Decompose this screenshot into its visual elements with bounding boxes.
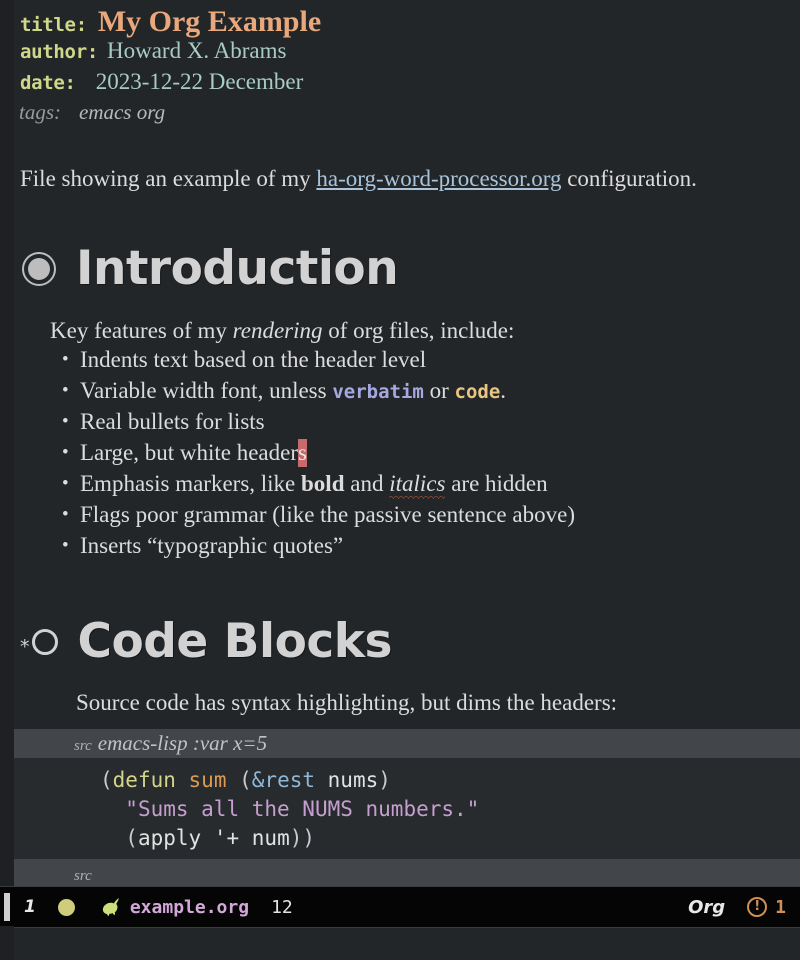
heading-code-blocks-label: Code Blocks — [77, 614, 393, 669]
italic-markup-flagged: italics — [389, 471, 446, 496]
modeline-accent-bar — [4, 893, 10, 921]
intro-text-after: configuration. — [561, 166, 697, 191]
feature-list: • Indents text based on the header level… — [0, 344, 800, 561]
document-date: 2023-12-22 December — [95, 69, 304, 94]
ring-bullet-icon — [22, 251, 56, 286]
bullet-dot-icon: • — [62, 349, 69, 370]
bold-markup: bold — [301, 471, 345, 496]
item-prefix: Emphasis markers, like — [80, 471, 302, 496]
status-dot-icon — [57, 898, 75, 916]
item-suffix: . — [500, 378, 507, 403]
bullet-dot-icon: • — [62, 473, 69, 494]
keyword-row-tags: tags: emacs org — [0, 100, 800, 130]
bullet-dot-icon: • — [62, 411, 69, 432]
item-prefix: Variable width font, unless — [80, 378, 333, 403]
list-item-text: Real bullets for lists — [80, 409, 265, 434]
list-item: • Large, but white headers — [62, 437, 800, 468]
echo-area — [0, 926, 800, 960]
keyword-label-tags: tags: — [19, 100, 61, 124]
text-cursor: s — [297, 439, 307, 467]
lead-emphasis: rendering — [232, 318, 323, 343]
left-fringe — [0, 0, 14, 886]
lead-before: Key features of my — [50, 318, 233, 343]
list-item: • Emphasis markers, like bold and italic… — [62, 468, 800, 499]
list-item: • Real bullets for lists — [62, 406, 800, 437]
source-block-code[interactable]: (defun sum (&rest nums) "Sums all the NU… — [0, 758, 800, 859]
keyword-row-author: author: Howard X. Abrams — [0, 38, 800, 69]
list-item: • Indents text based on the header level — [62, 344, 800, 375]
warning-circle-icon[interactable]: ! — [747, 897, 768, 917]
org-config-link[interactable]: ha-org-word-processor.org — [316, 166, 561, 191]
document-tags: emacs org — [79, 100, 166, 124]
code-line: (defun sum (&rest nums) — [100, 768, 391, 792]
list-item: • Flags poor grammar (like the passive s… — [62, 499, 800, 530]
warning-count[interactable]: 1 — [775, 897, 786, 918]
keyword-row-title: title: My Org Example — [0, 7, 800, 38]
item-middle: or — [423, 378, 455, 403]
code-line: "Sums all the NUMS numbers." — [125, 797, 480, 821]
item-suffix: are hidden — [445, 471, 548, 496]
source-end-label: src — [74, 868, 92, 884]
item-middle: and — [344, 471, 390, 496]
code-line: (apply '+ num)) — [125, 826, 316, 850]
introduction-lead-paragraph: Key features of my rendering of org file… — [0, 318, 800, 344]
keyword-label-title: title: — [20, 14, 87, 36]
source-block: src emacs-lisp :var x=5 (defun sum (&rest… — [0, 729, 800, 886]
heading-introduction-label: Introduction — [76, 241, 399, 296]
source-block-end-line: src — [0, 859, 800, 886]
bullet-dot-icon: • — [62, 504, 69, 525]
gnu-head-icon — [99, 895, 123, 919]
list-item-text: Inserts “typographic quotes” — [80, 533, 344, 558]
code-blocks-lead-paragraph: Source code has syntax highlighting, but… — [76, 690, 618, 715]
source-begin-label: src — [74, 738, 92, 754]
source-block-begin-line: src emacs-lisp :var x=5 — [0, 729, 800, 758]
open-circle-bullet-icon — [31, 628, 58, 655]
major-mode-label[interactable]: Org — [688, 897, 725, 918]
keyword-label-author: author: — [20, 41, 98, 63]
document-title: My Org Example — [97, 5, 322, 38]
document-author: Howard X. Abrams — [106, 38, 287, 63]
list-item-text: Indents text based on the header level — [80, 347, 427, 372]
buffer-name[interactable]: example.org — [130, 897, 249, 918]
column-number: 12 — [271, 896, 293, 918]
modeline-right-group: Org ! 1 — [688, 897, 800, 918]
keyword-row-date: date: 2023-12-22 December — [0, 69, 800, 100]
list-item-text: Emphasis markers, like bold and italics … — [80, 471, 548, 496]
list-item: • Variable width font, unless verbatim o… — [62, 375, 800, 406]
mode-line: 1 example.org 12 Org ! 1 — [0, 886, 800, 928]
workspace-number[interactable]: 1 — [24, 897, 36, 917]
org-keyword-block: title: My Org Example author: Howard X. … — [0, 0, 800, 130]
verbatim-markup: verbatim — [332, 381, 424, 403]
intro-text-before: File showing an example of my — [20, 166, 317, 191]
keyword-label-date: date: — [20, 72, 76, 94]
emacs-frame: » title: My Org Example author: Howard X… — [0, 0, 800, 960]
bullet-dot-icon: • — [62, 535, 69, 556]
heading-code-blocks[interactable]: * Code Blocks — [0, 614, 800, 669]
list-item: • Inserts “typographic quotes” — [62, 530, 800, 561]
code-markup: code — [454, 381, 501, 403]
bullet-dot-icon: • — [62, 380, 69, 401]
org-buffer[interactable]: » title: My Org Example author: Howard X… — [0, 0, 800, 886]
source-begin-args: emacs-lisp :var x=5 — [97, 731, 268, 755]
item-prefix: Large, but white header — [80, 440, 298, 465]
list-item-text: Flags poor grammar (like the passive sen… — [80, 502, 575, 527]
list-item-text: Large, but white headers — [80, 439, 307, 467]
lead-after: of org files, include: — [322, 318, 515, 343]
intro-paragraph: File showing an example of my ha-org-wor… — [0, 166, 800, 192]
heading-introduction[interactable]: Introduction — [0, 241, 800, 296]
list-item-text: Variable width font, unless verbatim or … — [80, 378, 506, 403]
echo-area-fringe — [0, 926, 14, 960]
bullet-dot-icon: • — [62, 442, 69, 463]
